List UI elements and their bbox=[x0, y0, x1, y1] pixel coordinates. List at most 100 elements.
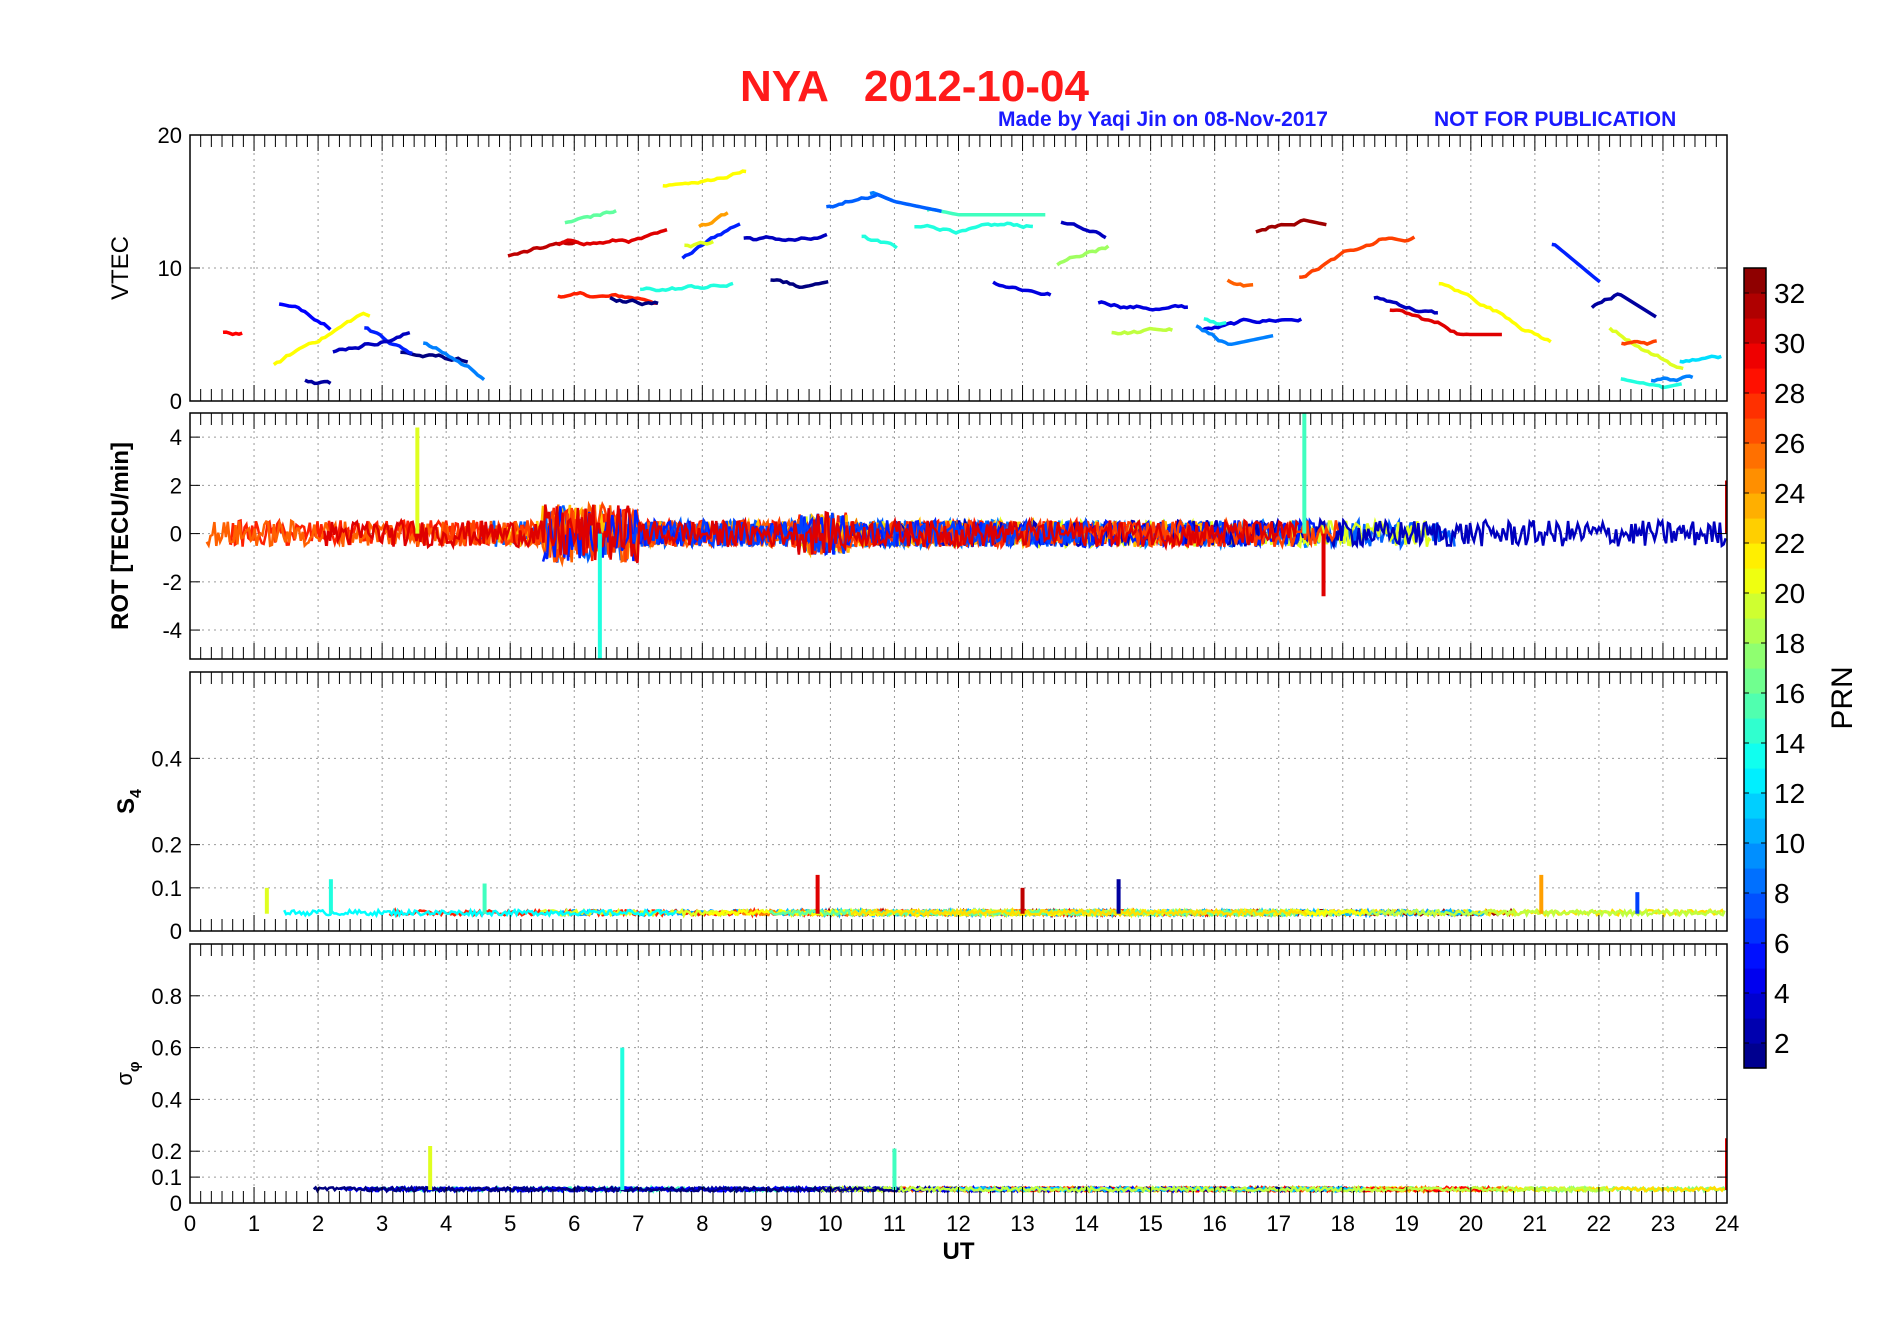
x-tick-label: 6 bbox=[568, 1211, 580, 1236]
colorbar-segment bbox=[1744, 443, 1766, 469]
plot-canvas: 01020VTEC-4-2024ROT [TECU/min]00.10.20.4… bbox=[107, 123, 1859, 1265]
y-tick-label: 4 bbox=[170, 425, 182, 450]
vtec-trace bbox=[861, 234, 898, 250]
vtec-trace bbox=[1299, 235, 1416, 280]
y-axis-label-subscript: 4 bbox=[128, 789, 145, 798]
series-group bbox=[205, 413, 1727, 659]
x-tick-label: 17 bbox=[1266, 1211, 1290, 1236]
vtec-trace bbox=[1650, 374, 1694, 383]
series-group bbox=[312, 1047, 1727, 1194]
x-tick-label: 15 bbox=[1138, 1211, 1162, 1236]
x-tick-label: 24 bbox=[1715, 1211, 1739, 1236]
vtec-trace bbox=[1056, 244, 1110, 267]
vtec-trace bbox=[992, 280, 1052, 297]
vtec-trace bbox=[770, 278, 829, 289]
x-tick-label: 2 bbox=[312, 1211, 324, 1236]
colorbar-segment bbox=[1744, 793, 1766, 819]
rot-trace bbox=[323, 504, 1300, 564]
y-axis-label: S4 bbox=[113, 789, 145, 814]
colorbar-tick-label: 20 bbox=[1774, 578, 1805, 609]
y-axis-label: VTEC bbox=[107, 236, 134, 300]
panel-frame bbox=[189, 671, 1728, 932]
y-axis-label: σφ bbox=[112, 1061, 143, 1086]
x-tick-label: 16 bbox=[1202, 1211, 1226, 1236]
x-tick-label: 14 bbox=[1074, 1211, 1098, 1236]
colorbar-segment bbox=[1744, 618, 1766, 644]
y-tick-label: 20 bbox=[158, 123, 182, 148]
y-tick-label: 0.2 bbox=[151, 1139, 182, 1164]
vtec-trace bbox=[743, 232, 828, 243]
vtec-trace bbox=[278, 302, 332, 331]
colorbar-tick-label: 28 bbox=[1774, 378, 1805, 409]
vtec-trace bbox=[1226, 278, 1254, 288]
colorbar-segment bbox=[1744, 743, 1766, 769]
panel-frame bbox=[189, 943, 1728, 1204]
colorbar-segment bbox=[1744, 568, 1766, 594]
colorbar-tick-label: 24 bbox=[1774, 478, 1805, 509]
colorbar: 2468101214161820222426283032PRN bbox=[1743, 267, 1859, 1069]
vtec-trace bbox=[507, 240, 579, 258]
colorbar-tick-label: 18 bbox=[1774, 628, 1805, 659]
panel-2: -4 -2 0 2 4 ROT [TECU/min] bbox=[107, 412, 1728, 660]
y-tick-label: 0.4 bbox=[151, 1087, 182, 1112]
y-tick-label: 0.8 bbox=[151, 984, 182, 1009]
vtec-trace bbox=[332, 330, 411, 354]
colorbar-segment bbox=[1744, 293, 1766, 319]
vtec-trace bbox=[1551, 242, 1601, 284]
colorbar-tick-label: 30 bbox=[1774, 328, 1805, 359]
colorbar-segment bbox=[1744, 368, 1766, 394]
colorbar-tick-label: 2 bbox=[1774, 1028, 1790, 1059]
vtec-trace bbox=[639, 281, 734, 293]
panel-4: 00.10.20.40.60.8σφ0 1 2 3 4 5 6 7 8 9 10 11 12 13 14 15… bbox=[112, 943, 1739, 1265]
colorbar-segment bbox=[1744, 693, 1766, 719]
colorbar-segment bbox=[1744, 418, 1766, 444]
x-tick-label: 7 bbox=[632, 1211, 644, 1236]
colorbar-segment bbox=[1744, 718, 1766, 744]
y-tick-label: 0 bbox=[170, 389, 182, 414]
colorbar-tick-label: 16 bbox=[1774, 678, 1805, 709]
colorbar-tick-label: 4 bbox=[1774, 978, 1790, 1009]
colorbar-tick-label: 14 bbox=[1774, 728, 1805, 759]
y-tick-label: 0.1 bbox=[151, 876, 182, 901]
vtec-trace bbox=[272, 311, 371, 367]
x-axis-label: UT bbox=[943, 1238, 975, 1265]
y-tick-label: 0 bbox=[170, 522, 182, 547]
x-tick-label: 0 bbox=[184, 1211, 196, 1236]
x-tick-label: 19 bbox=[1395, 1211, 1419, 1236]
y-tick-label: -4 bbox=[162, 618, 182, 643]
vtec-trace bbox=[698, 211, 729, 228]
x-tick-label: 1 bbox=[248, 1211, 260, 1236]
vtec-trace bbox=[662, 169, 747, 188]
vtec-trace bbox=[1255, 218, 1327, 234]
x-tick-label: 23 bbox=[1651, 1211, 1675, 1236]
x-tick-label: 21 bbox=[1523, 1211, 1547, 1236]
colorbar-segment bbox=[1744, 1018, 1766, 1044]
y-axis-label: ROT [TECU/min] bbox=[107, 442, 134, 630]
x-tick-label: 5 bbox=[504, 1211, 516, 1236]
y-tick-label: -2 bbox=[162, 570, 182, 595]
vtec-trace bbox=[304, 378, 332, 386]
x-tick-label: 8 bbox=[696, 1211, 708, 1236]
colorbar-segment bbox=[1744, 943, 1766, 969]
colorbar-tick-label: 22 bbox=[1774, 528, 1805, 559]
x-tick-label: 20 bbox=[1459, 1211, 1483, 1236]
x-tick-label: 12 bbox=[946, 1211, 970, 1236]
colorbar-segment bbox=[1744, 593, 1766, 619]
y-tick-label: 0.6 bbox=[151, 1036, 182, 1061]
colorbar-segment bbox=[1744, 318, 1766, 344]
y-tick-label: 0 bbox=[170, 1191, 182, 1216]
series-group bbox=[264, 874, 1726, 919]
colorbar-segment bbox=[1744, 643, 1766, 669]
vtec-trace bbox=[1060, 220, 1107, 240]
vtec-trace bbox=[1203, 317, 1227, 326]
y-tick-label: 0 bbox=[170, 919, 182, 944]
y-tick-label: 0.4 bbox=[151, 746, 182, 771]
x-tick-label: 22 bbox=[1587, 1211, 1611, 1236]
colorbar-tick-label: 32 bbox=[1774, 278, 1805, 309]
colorbar-tick-label: 12 bbox=[1774, 778, 1805, 809]
vtec-trace bbox=[826, 192, 942, 214]
y-tick-label: 2 bbox=[170, 473, 182, 498]
panel-3: 0 0.1 0.2 0.4S4 bbox=[113, 671, 1728, 944]
series-group bbox=[222, 169, 1722, 390]
colorbar-segment bbox=[1744, 268, 1766, 294]
